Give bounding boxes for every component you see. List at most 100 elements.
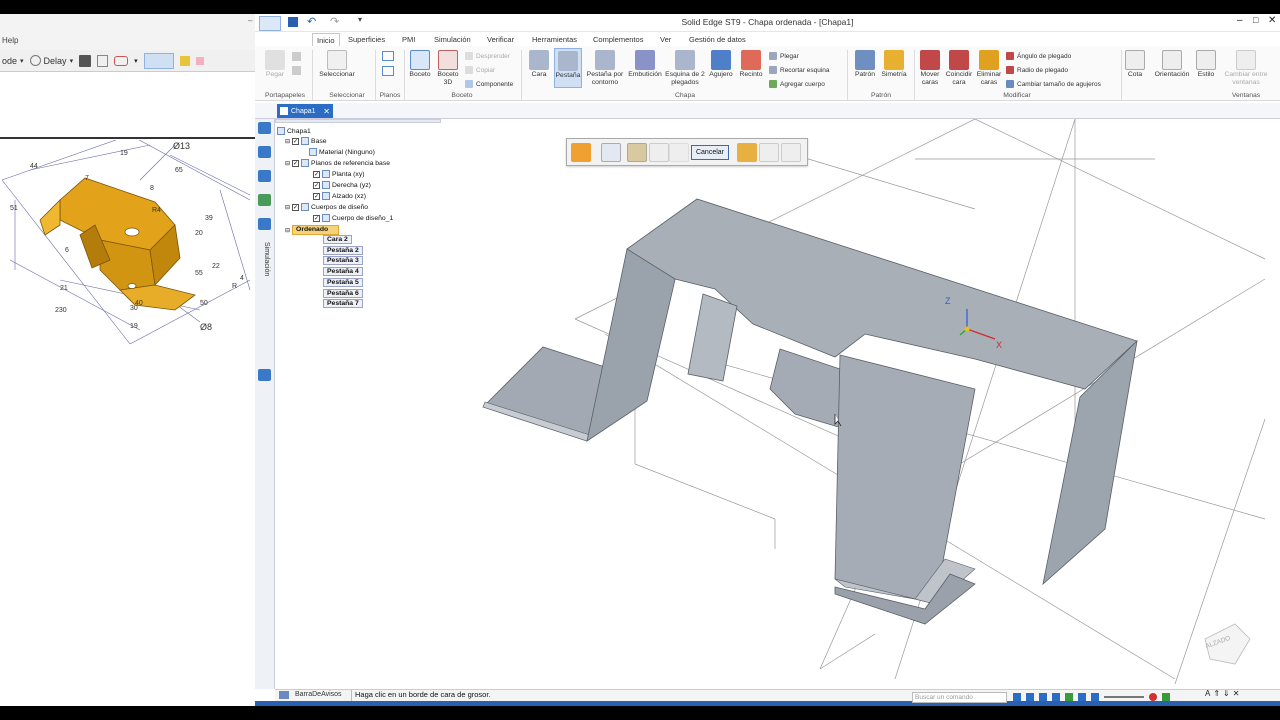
checkbox[interactable]: ✓ [313,181,320,189]
tree-alzado[interactable]: ✓ Alzado (xz) [313,192,366,200]
sketch-step-icon[interactable] [649,143,669,162]
bend-radius-button[interactable]: Radio de plegado [1006,66,1068,74]
teamcenter-icon[interactable] [258,218,271,230]
tree-ordered[interactable]: ⊟ Ordenado [285,225,340,235]
component-button[interactable]: Componente [465,80,513,88]
document-tab[interactable]: Chapa1 ✕ [277,104,333,118]
dimension-button[interactable]: Cota [1123,50,1147,79]
tree-material[interactable]: Material (Ninguno) [309,148,375,156]
checkbox[interactable]: ✓ [292,203,300,211]
break-corner-button[interactable]: Recortar esquina [769,66,830,74]
minimize-icon[interactable]: – [1237,15,1243,26]
view-icon[interactable] [1078,693,1086,701]
copy-sketch-button[interactable]: Copiar [465,66,495,74]
tab-4[interactable]: Verificar [483,33,518,46]
save-icon[interactable] [79,54,92,67]
tree-feature[interactable]: Cara 2 [323,235,352,244]
mode-dropdown[interactable]: ode ▾ [2,56,24,66]
contour-flange-button[interactable]: Pestaña por contorno [585,50,625,87]
close-icon[interactable]: ✕ [323,107,330,116]
properties-icon[interactable] [258,369,271,381]
tab-5[interactable]: Herramientas [528,33,581,46]
tree-planta[interactable]: ✓ Planta (xy) [313,170,364,178]
flange-step-icon[interactable] [571,143,591,162]
tree-root[interactable]: Chapa1 [277,127,311,135]
eraser-pink-icon[interactable] [195,56,204,65]
tab-8[interactable]: Gestión de datos [685,33,750,46]
tab-0[interactable]: Inicio [312,33,340,46]
checkbox[interactable]: ✓ [292,137,300,145]
two-bend-corner-button[interactable]: Esquina de 2 plegados [665,50,705,87]
tree-base[interactable]: ⊟ ✓ Base [285,137,327,145]
checkbox[interactable]: ✓ [313,170,320,178]
zoom-area-icon[interactable] [1026,693,1034,701]
paste-button[interactable]: Pegar [263,50,287,79]
add-body-button[interactable]: Agregar cuerpo [769,80,825,88]
pan-icon[interactable] [1052,693,1060,701]
sketch3d-button[interactable]: Boceto 3D [435,50,461,87]
tree-planes[interactable]: ⊟ ✓ Planos de referencia base [285,159,390,167]
options-icon[interactable] [601,143,621,162]
orientation-button[interactable]: Orientación [1152,50,1192,79]
detach-button[interactable]: Desprender [465,52,510,60]
delay-dropdown[interactable]: Delay ▾ [29,55,73,66]
tree-design-bodies[interactable]: ⊟ ✓ Cuerpos de diseño [285,203,368,211]
help-icon[interactable] [1162,693,1170,701]
sketch-button[interactable]: Boceto [407,50,433,79]
simulation-side-tab[interactable]: Simulación [260,242,270,292]
resize-holes-button[interactable]: Cambiar tamaño de agujeros [1006,80,1101,88]
fit-icon[interactable] [1039,693,1047,701]
switch-windows-button[interactable]: Cambiar entre ventanas [1221,50,1271,87]
bend-angle-button[interactable]: Ángulo de plegado [1006,52,1071,60]
plane-icon[interactable] [382,51,394,61]
status-controls-icon[interactable]: A⇑⇓✕ [1205,689,1242,698]
tree-feature[interactable]: Pestaña 4 [323,267,363,277]
chevron-down-icon[interactable]: ▾ [134,57,138,65]
eraser-icon[interactable] [114,55,129,66]
checkbox[interactable]: ✓ [313,192,320,200]
tree-design-body-1[interactable]: ✓ Cuerpo de diseño_1 [313,214,393,222]
maximize-icon[interactable]: □ [1253,15,1258,25]
pathfinder-icon[interactable] [258,122,271,134]
extent-icon[interactable] [669,143,689,162]
tree-feature[interactable]: Pestaña 5 [323,277,363,287]
move-faces-button[interactable]: Mover caras [917,50,943,87]
shading-icon[interactable] [1091,693,1099,701]
rotate-icon[interactable] [1065,693,1073,701]
plane-icon[interactable] [382,66,394,76]
checkbox[interactable]: ✓ [292,159,300,167]
tree-feature[interactable]: Pestaña 2 [323,245,363,255]
bend-button[interactable]: Plegar [769,52,799,60]
copy-icon[interactable] [97,54,109,67]
tree-feature[interactable]: Pestaña 3 [323,256,363,266]
tree-feature[interactable]: Pestaña 7 [323,299,363,309]
minimize-icon[interactable]: – [248,16,252,25]
features-icon[interactable] [258,194,271,206]
hole-button[interactable]: Agujero [707,50,735,79]
tab-1[interactable]: Superficies [344,33,389,46]
copy-icon[interactable] [292,66,301,75]
checkbox[interactable]: ✓ [313,214,320,222]
pen-tool-button[interactable] [143,52,174,69]
style-button[interactable]: Estilo [1195,50,1217,79]
flange-button[interactable]: Pestaña [554,48,582,88]
match-face-button[interactable]: Coincidir cara [945,50,973,87]
tab-7[interactable]: Ver [656,33,675,46]
cut-icon[interactable] [292,52,301,61]
edge-select-icon[interactable] [627,143,647,162]
3d-viewport[interactable]: Z X ALZADO Chapa1 ⊟ ✓ Base Material (Ningu… [275,119,1280,689]
drawn-cutout-button[interactable]: Embutición [627,50,663,79]
prompt-bar-label[interactable]: BarraDeAvisos [295,691,342,698]
pattern-button[interactable]: Patrón [851,50,879,79]
close-icon[interactable]: ✕ [1268,15,1276,26]
face-button[interactable]: Cara [527,50,551,79]
material-inside-icon[interactable] [737,143,757,162]
delete-faces-button[interactable]: Eliminar caras [975,50,1003,87]
zoom-icon[interactable] [1013,693,1021,701]
tab-6[interactable]: Complementos [589,33,647,46]
layers-icon[interactable] [258,146,271,158]
help-menu[interactable]: Help [2,36,18,45]
tree-feature[interactable]: Pestaña 6 [323,288,363,298]
library-icon[interactable] [258,170,271,182]
enclosure-button[interactable]: Recinto [737,50,765,79]
